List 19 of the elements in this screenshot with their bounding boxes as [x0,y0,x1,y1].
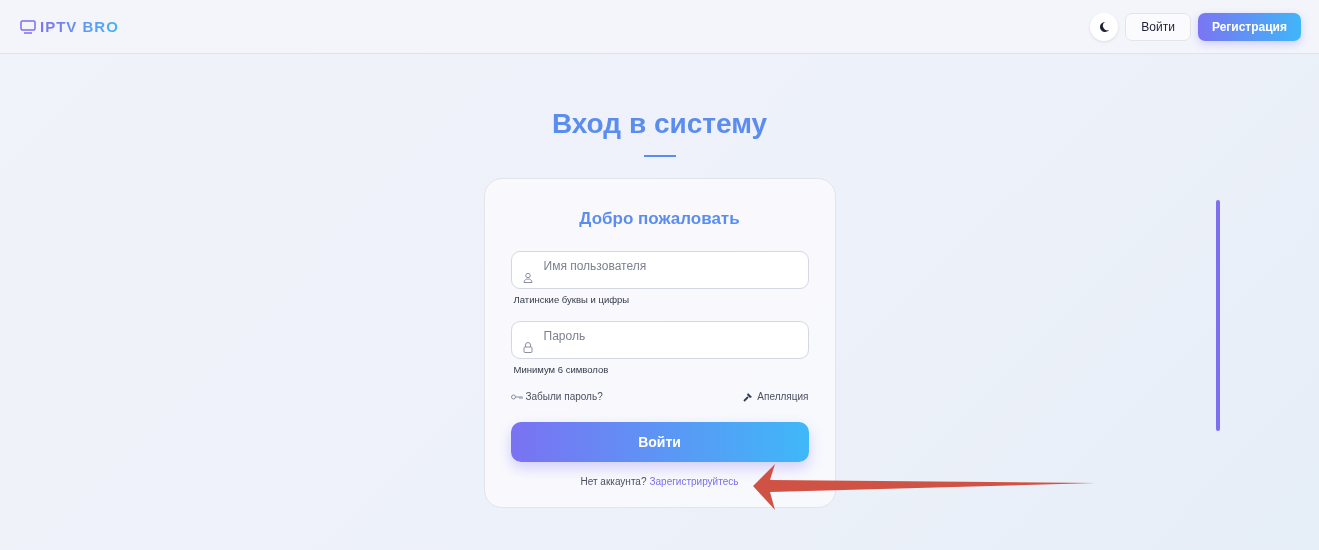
field-hint: Латинские буквы и цифры [513,294,631,305]
username-field[interactable]: Имя пользователя [510,251,809,289]
signup-prompt: Нет аккаунта? [580,476,647,487]
login-button[interactable]: Войти [1125,12,1191,41]
appeal-link[interactable]: Апелляция [743,391,809,402]
card-heading: Добро пожаловать [578,209,741,229]
forgot-password-link[interactable]: Забыли пароль? [510,391,603,402]
title-underline [643,155,676,157]
password-field[interactable]: Пароль [510,321,809,359]
key-icon [510,393,523,400]
page-title: Вход в систему [551,107,768,141]
gavel-icon [743,391,755,402]
submit-button[interactable]: Войти [510,422,809,462]
register-button[interactable]: Регистрация [1197,12,1301,41]
theme-toggle-button[interactable] [1090,12,1119,41]
monitor-icon [20,19,36,34]
field-hint: Минимум 6 символов [513,364,610,375]
moon-icon [1098,20,1111,33]
signup-link[interactable]: Зарегистрируйтесь [649,476,739,487]
